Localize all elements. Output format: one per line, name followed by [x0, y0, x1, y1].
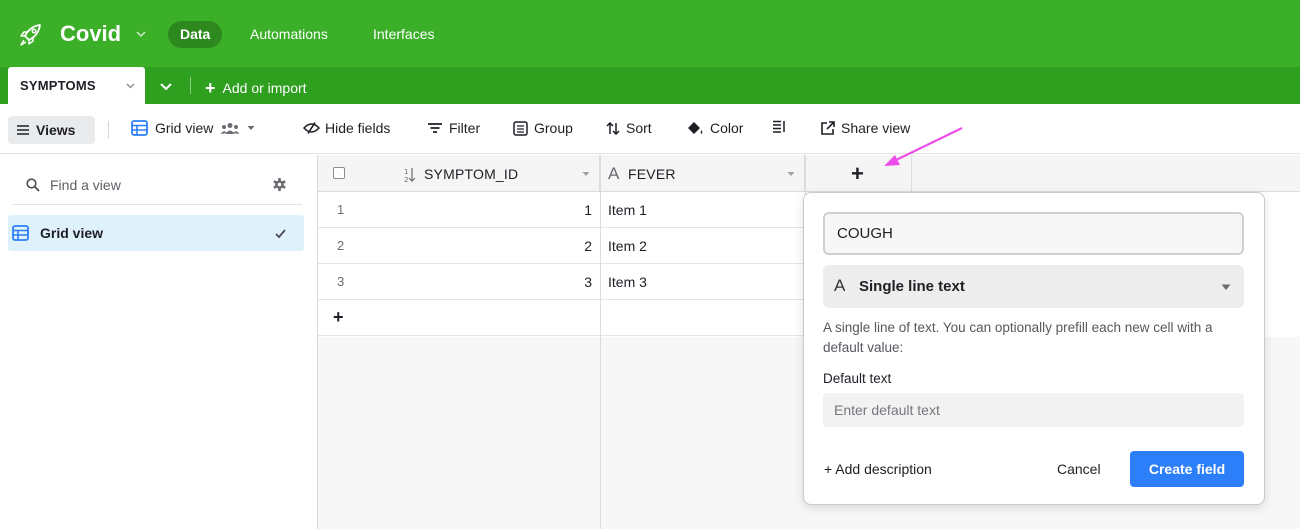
views-toggle-button[interactable]: Views	[8, 116, 95, 144]
column-header-fever[interactable]: A FEVER	[600, 155, 805, 192]
row-height-button[interactable]	[772, 120, 786, 133]
plus-icon: +	[851, 161, 864, 186]
text-field-icon: A	[834, 276, 846, 295]
grid-view-switcher[interactable]: Grid view	[131, 120, 255, 136]
checkmark-icon	[275, 229, 286, 239]
filter-button[interactable]: Filter	[427, 120, 480, 136]
default-text-input[interactable]	[823, 393, 1244, 427]
sidebar-view-grid[interactable]: Grid view	[8, 215, 304, 251]
top-bar: Covid Data Automations Interfaces	[0, 0, 1300, 67]
collaborative-people-icon	[220, 122, 240, 134]
svg-text:1: 1	[404, 168, 408, 176]
autonumber-icon: 1 2	[404, 168, 416, 183]
share-icon	[821, 120, 835, 135]
select-all-checkbox[interactable]	[333, 167, 345, 179]
rocket-logo-icon[interactable]	[18, 22, 44, 48]
svg-text:2: 2	[404, 176, 408, 183]
caret-down-icon	[247, 126, 255, 130]
divider	[190, 77, 191, 94]
cell-symptom-id[interactable]: 2	[584, 238, 592, 254]
cell-symptom-id[interactable]: 1	[584, 202, 592, 218]
views-sidebar: Find a view Grid view	[0, 155, 318, 529]
paint-bucket-icon	[688, 121, 703, 134]
column-name: SYMPTOM_ID	[424, 166, 519, 182]
base-name[interactable]: Covid	[60, 21, 121, 47]
header-filler	[912, 155, 1300, 192]
sort-icon	[606, 121, 620, 135]
field-name-input[interactable]	[823, 212, 1244, 255]
all-tables-chevron-icon[interactable]	[158, 78, 174, 94]
add-or-import-button[interactable]: + Add or import	[205, 77, 307, 98]
sort-button[interactable]: Sort	[606, 120, 652, 136]
group-icon	[513, 120, 528, 136]
caret-down-icon	[1221, 284, 1231, 290]
view-toolbar: Views Grid view Hide fields Filter Group…	[0, 104, 1300, 154]
plus-icon: +	[205, 78, 216, 98]
find-view-input[interactable]: Find a view	[50, 177, 121, 193]
group-button[interactable]: Group	[513, 120, 573, 136]
table-tab-label: SYMPTOMS	[20, 78, 96, 93]
nav-data[interactable]: Data	[168, 21, 223, 48]
table-row[interactable]: 3 3	[318, 264, 600, 300]
table-row[interactable]: 2 2	[318, 228, 600, 264]
add-description-button[interactable]: + Add description	[824, 461, 932, 477]
text-field-icon: A	[608, 164, 620, 183]
row-number: 1	[337, 202, 345, 217]
field-type-description: A single line of text. You can optionall…	[823, 320, 1213, 355]
create-field-popup: A Single line text A single line of text…	[803, 192, 1265, 505]
annotation-arrow-icon	[884, 127, 963, 166]
chevron-down-icon[interactable]	[134, 27, 148, 41]
table-row[interactable]: 1 1	[318, 192, 600, 228]
cell-fever[interactable]: Item 3	[600, 264, 805, 300]
caret-down-icon[interactable]	[787, 171, 795, 177]
grid-view-icon	[131, 120, 148, 136]
cancel-button[interactable]: Cancel	[1057, 461, 1101, 477]
eye-slash-icon	[303, 122, 320, 134]
search-icon	[26, 178, 40, 192]
cell-fever[interactable]: Item 1	[600, 192, 805, 228]
caret-down-icon[interactable]	[582, 171, 590, 177]
column-name: FEVER	[628, 166, 676, 182]
divider	[108, 121, 109, 139]
hide-fields-button[interactable]: Hide fields	[303, 120, 390, 136]
row-number: 3	[337, 274, 345, 289]
find-view-row: Find a view	[12, 155, 302, 205]
table-tab-symptoms[interactable]: SYMPTOMS	[8, 67, 145, 104]
cell-fever[interactable]: Item 2	[600, 228, 805, 264]
default-text-label: Default text	[823, 371, 892, 386]
row-height-icon	[773, 120, 785, 133]
color-button[interactable]: Color	[686, 120, 743, 136]
nav-automations[interactable]: Automations	[250, 21, 328, 48]
add-row-button[interactable]: +	[318, 300, 805, 336]
hamburger-icon	[17, 125, 29, 135]
sidebar-view-label: Grid view	[40, 225, 104, 241]
filter-icon	[428, 123, 442, 133]
table-tab-bar: SYMPTOMS + Add or import	[0, 67, 1300, 104]
chevron-down-icon[interactable]	[125, 80, 136, 91]
grid-view-icon	[12, 225, 29, 241]
field-type-label: Single line text	[859, 278, 965, 295]
create-field-button[interactable]: Create field	[1130, 451, 1244, 487]
field-type-select[interactable]: A Single line text	[823, 265, 1244, 308]
row-number: 2	[337, 238, 345, 253]
nav-interfaces[interactable]: Interfaces	[373, 21, 434, 48]
plus-icon: +	[333, 307, 344, 327]
column-header-symptom-id[interactable]: 1 2 SYMPTOM_ID	[318, 155, 600, 192]
gear-icon[interactable]	[272, 177, 287, 192]
cell-symptom-id[interactable]: 3	[584, 274, 592, 290]
column-divider	[600, 155, 601, 529]
